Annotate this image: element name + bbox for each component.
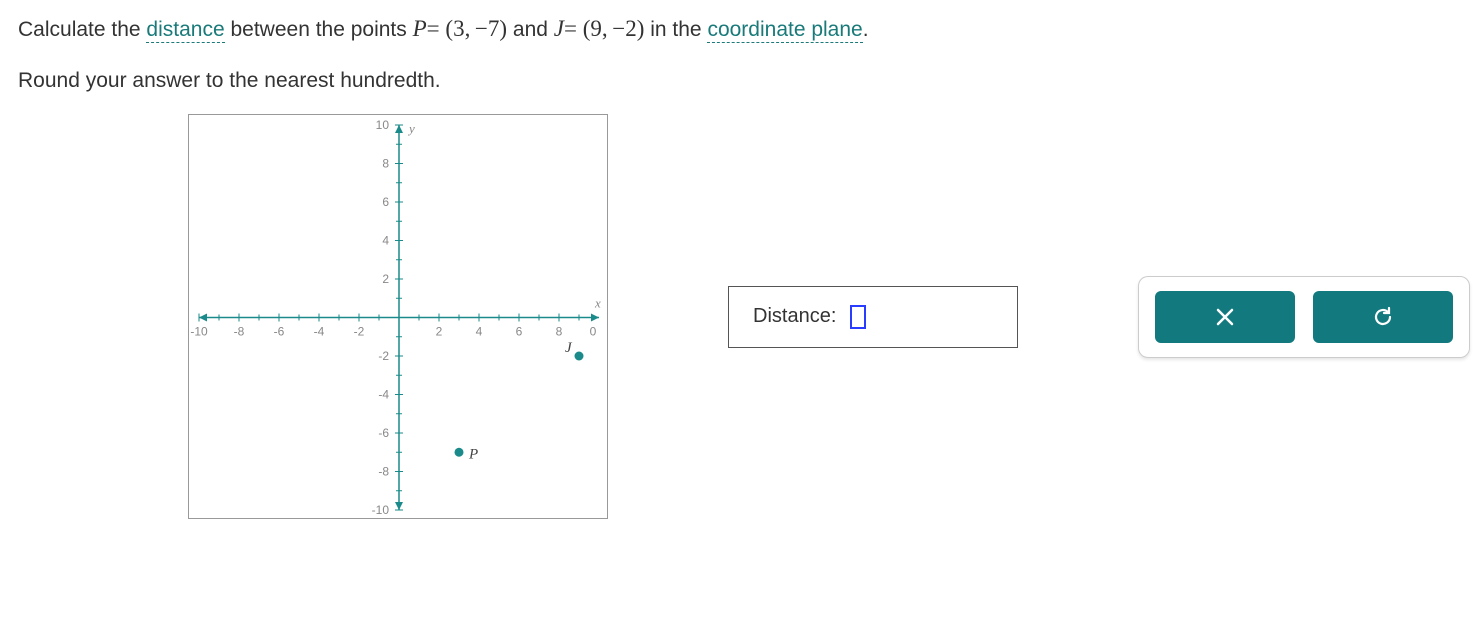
svg-text:-4: -4: [378, 388, 389, 402]
text-end: .: [863, 18, 869, 41]
answer-box: Distance:: [728, 286, 1018, 348]
svg-text:-2: -2: [354, 325, 365, 339]
svg-text:4: 4: [476, 325, 483, 339]
svg-text:2: 2: [382, 272, 389, 286]
svg-text:10: 10: [376, 118, 390, 132]
var-P: P: [413, 16, 427, 41]
link-coord-plane[interactable]: coordinate plane: [707, 18, 862, 43]
svg-text:-6: -6: [378, 426, 389, 440]
svg-text:-4: -4: [314, 325, 325, 339]
var-J: J: [554, 16, 564, 41]
svg-text:4: 4: [382, 234, 389, 248]
svg-text:P: P: [468, 446, 478, 462]
svg-text:8: 8: [556, 325, 563, 339]
reset-icon: [1371, 305, 1395, 329]
text-pre: Calculate the: [18, 18, 146, 41]
svg-text:x: x: [594, 296, 601, 311]
close-button[interactable]: [1155, 291, 1295, 343]
svg-text:8: 8: [382, 157, 389, 171]
eq-P: =: [427, 16, 446, 41]
reset-button[interactable]: [1313, 291, 1453, 343]
svg-text:J: J: [565, 340, 573, 356]
eq-J: =: [564, 16, 583, 41]
text-and: and: [507, 18, 554, 41]
svg-text:-2: -2: [378, 349, 389, 363]
point-P-coords: (3, −7): [445, 16, 507, 41]
svg-text:6: 6: [516, 325, 523, 339]
problem-line-1: Calculate the distance between the point…: [18, 12, 1462, 47]
text-mid: between the points: [225, 18, 413, 41]
svg-text:-8: -8: [378, 465, 389, 479]
action-panel: [1138, 276, 1470, 358]
problem-line-2: Round your answer to the nearest hundred…: [18, 65, 1462, 97]
svg-text:0: 0: [590, 325, 597, 339]
svg-text:y: y: [407, 121, 415, 136]
close-icon: [1214, 306, 1236, 328]
distance-input[interactable]: [850, 305, 866, 329]
coordinate-plane-graph: -10 -8 -6 -4 -2 2 4 6 8 -10 -8 -6 -4 -2 2 4 6 8 10 x y 0 P J: [188, 114, 608, 519]
svg-text:6: 6: [382, 195, 389, 209]
text-post: in the: [644, 18, 707, 41]
link-distance[interactable]: distance: [146, 18, 224, 43]
svg-text:-10: -10: [190, 325, 208, 339]
answer-label: Distance:: [753, 305, 836, 328]
svg-text:-8: -8: [234, 325, 245, 339]
svg-text:-6: -6: [274, 325, 285, 339]
svg-text:-10: -10: [372, 503, 390, 517]
point-J-coords: (9, −2): [583, 16, 645, 41]
svg-text:2: 2: [436, 325, 443, 339]
